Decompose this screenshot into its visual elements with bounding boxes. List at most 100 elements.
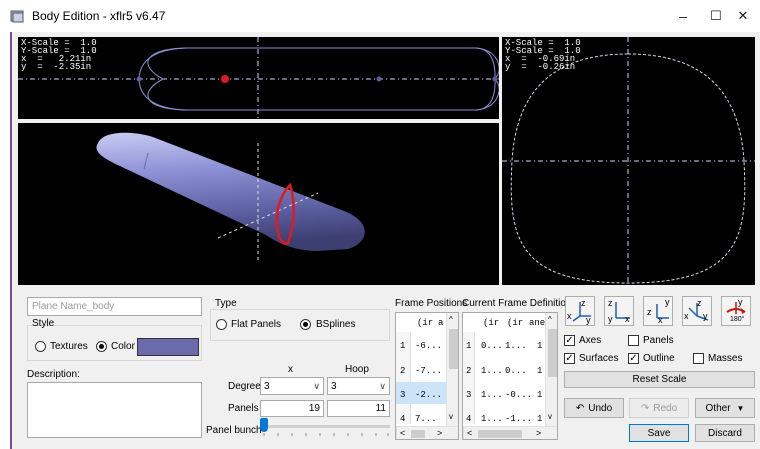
- masses-checkbox[interactable]: [693, 353, 704, 364]
- scrollbar-thumb[interactable]: [548, 329, 557, 377]
- window-title: Body Edition - xflr5 v6.47: [32, 9, 166, 23]
- plane-name-field[interactable]: Plane Name_body: [27, 297, 202, 316]
- color-swatch-button[interactable]: [137, 338, 199, 356]
- reset-scale-button[interactable]: Reset Scale: [564, 371, 755, 388]
- spline-point: [376, 76, 382, 82]
- outline-label: Outline: [643, 353, 675, 364]
- table-cell[interactable]: 1: [537, 414, 542, 424]
- current-frame-title: Current Frame Definition: [462, 298, 572, 309]
- axis-label: y: [703, 311, 708, 321]
- redo-button[interactable]: ↷ Redo: [629, 398, 689, 418]
- axis-label: y: [665, 297, 670, 307]
- undo-icon: ↶: [575, 402, 585, 414]
- close-button[interactable]: ✕: [726, 0, 760, 32]
- table-cell[interactable]: -0...: [505, 390, 532, 400]
- outline-checkbox[interactable]: ✓: [628, 353, 639, 364]
- flat-panels-radio[interactable]: [216, 319, 227, 330]
- row-number: 3: [400, 390, 406, 400]
- table-cell[interactable]: 1...: [481, 390, 503, 400]
- textures-label: Textures: [50, 341, 88, 352]
- table-cell[interactable]: -1...: [505, 414, 532, 424]
- table-cell[interactable]: 0...: [505, 366, 527, 376]
- hoop-column-header: Hoop: [345, 364, 369, 375]
- scrollbar-thumb[interactable]: [449, 329, 458, 369]
- flip-view-button[interactable]: y 180°: [721, 296, 751, 326]
- degree-label: Degree: [228, 381, 261, 392]
- masses-label: Masses: [708, 353, 743, 364]
- vertical-scrollbar[interactable]: ^ v: [446, 313, 458, 426]
- horizontal-scrollbar[interactable]: < >: [396, 426, 458, 439]
- panel-bunch-track[interactable]: [262, 425, 390, 428]
- scroll-right-icon[interactable]: >: [437, 428, 442, 438]
- current-frame-table[interactable]: (ir (ir ane 1 0... 1... 1 2 1... 0... 1 …: [462, 312, 558, 440]
- scroll-left-icon[interactable]: <: [467, 428, 472, 438]
- panel-bunch-ticks: [263, 433, 389, 436]
- front-view-button[interactable]: z y x: [604, 296, 634, 326]
- panels-hoop-input[interactable]: 11: [327, 400, 390, 417]
- spline-point: [492, 76, 498, 82]
- row-number: 4: [466, 414, 472, 424]
- table-cell[interactable]: 1: [537, 366, 542, 376]
- table-cell[interactable]: 1...: [505, 341, 527, 351]
- other-label: Other: [705, 402, 731, 414]
- table-cell[interactable]: -2...: [415, 390, 442, 400]
- degree-hoop-select[interactable]: 3 ∨: [327, 377, 390, 395]
- axis-label: y: [608, 314, 613, 324]
- table-cell[interactable]: 1: [537, 341, 542, 351]
- frame-view-canvas[interactable]: X-Scale = 1.0 Y-Scale = 1.0 x = -0.69in …: [502, 37, 755, 285]
- row-number: 1: [400, 341, 406, 351]
- row-number: 4: [400, 414, 406, 424]
- save-button[interactable]: Save: [629, 424, 689, 442]
- axis-label: z: [697, 298, 702, 308]
- table-cell[interactable]: 1...: [481, 414, 503, 424]
- color-radio[interactable]: [96, 341, 107, 352]
- scroll-down-icon[interactable]: v: [548, 412, 552, 421]
- axis-label: y: [738, 297, 743, 307]
- bsplines-radio[interactable]: [300, 319, 311, 330]
- scroll-up-icon[interactable]: ^: [548, 315, 552, 324]
- current-frame-header: (ir: [483, 318, 500, 328]
- side-view-button[interactable]: y z x: [643, 296, 673, 326]
- scroll-down-icon[interactable]: v: [449, 412, 453, 421]
- title-bar: Body Edition - xflr5 v6.47 – ☐ ✕: [0, 0, 760, 32]
- h-scrollbar-thumb[interactable]: [411, 430, 425, 438]
- table-cell[interactable]: 7...: [415, 414, 437, 424]
- panel-bunch-label: Panel bunch: [206, 425, 262, 436]
- 3d-view-canvas[interactable]: [18, 123, 499, 285]
- vertical-scrollbar[interactable]: ^ v: [545, 313, 557, 426]
- row-number: 2: [466, 366, 472, 376]
- scroll-left-icon[interactable]: <: [400, 428, 405, 438]
- axes-label: Axes: [579, 335, 602, 346]
- textures-radio[interactable]: [35, 341, 46, 352]
- table-cell[interactable]: -6...: [415, 341, 442, 351]
- h-scrollbar-thumb[interactable]: [478, 430, 522, 438]
- type-group-title: Type: [215, 298, 237, 309]
- scroll-right-icon[interactable]: >: [536, 428, 541, 438]
- top-view-button[interactable]: z x y: [682, 296, 712, 326]
- horizontal-scrollbar[interactable]: < >: [463, 426, 557, 439]
- axis-label: z: [608, 298, 613, 308]
- degree-x-value: 3: [264, 381, 270, 392]
- discard-button[interactable]: Discard: [695, 424, 755, 442]
- iso-view-button[interactable]: z x y: [565, 296, 595, 326]
- description-field[interactable]: [27, 382, 202, 438]
- frame-positions-title: Frame Positions: [395, 298, 468, 309]
- frame-positions-table[interactable]: (ir a 1 -6... 2 -7... 3 -2... 4 7... ^ v…: [395, 312, 459, 440]
- panels-checkbox[interactable]: [628, 335, 639, 346]
- axes-checkbox[interactable]: ✓: [564, 335, 575, 346]
- undo-button[interactable]: ↶ Undo: [564, 398, 624, 418]
- other-menu-button[interactable]: Other ▼: [695, 398, 755, 418]
- panel-bunch-handle[interactable]: [260, 418, 268, 432]
- spline-point: [136, 76, 142, 82]
- table-cell[interactable]: 0...: [481, 341, 503, 351]
- table-cell[interactable]: -7...: [415, 366, 442, 376]
- flat-panels-label: Flat Panels: [231, 319, 282, 330]
- color-label: Color: [111, 341, 135, 352]
- surfaces-checkbox[interactable]: ✓: [564, 353, 575, 364]
- scroll-up-icon[interactable]: ^: [449, 315, 453, 324]
- degree-x-select[interactable]: 3 ∨: [260, 377, 324, 395]
- table-cell[interactable]: 1: [537, 390, 542, 400]
- panels-x-input[interactable]: 19: [260, 400, 324, 417]
- table-cell[interactable]: 1...: [481, 366, 503, 376]
- side-view-canvas[interactable]: X-Scale = 1.0 Y-Scale = 1.0 x = 2.21in y…: [18, 37, 499, 119]
